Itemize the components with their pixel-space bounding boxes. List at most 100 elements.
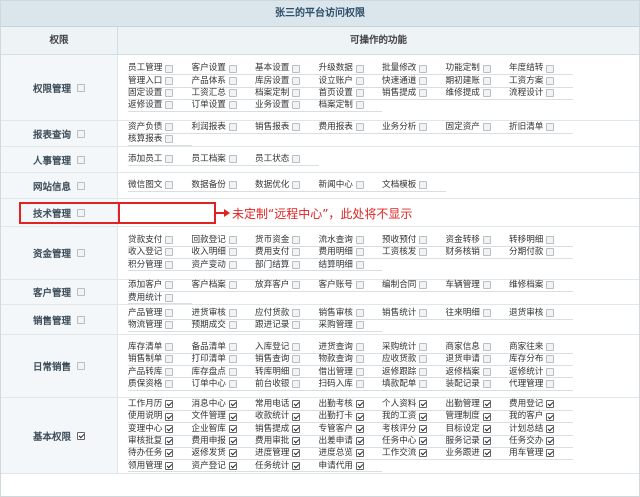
function-item[interactable]: 往来明细 bbox=[445, 307, 509, 320]
function-checkbox[interactable] bbox=[165, 400, 174, 409]
function-checkbox[interactable] bbox=[165, 379, 174, 388]
function-checkbox[interactable] bbox=[228, 437, 237, 446]
category-checkbox[interactable] bbox=[77, 249, 85, 257]
function-checkbox[interactable] bbox=[165, 154, 174, 163]
function-item[interactable]: 货币资金 bbox=[255, 235, 319, 247]
function-item[interactable]: 出勤考核 bbox=[318, 399, 382, 411]
function-checkbox[interactable] bbox=[482, 248, 491, 257]
function-item[interactable]: 员工管理 bbox=[128, 63, 192, 76]
function-checkbox[interactable] bbox=[228, 89, 237, 98]
function-checkbox[interactable] bbox=[228, 308, 237, 317]
function-checkbox[interactable] bbox=[419, 355, 428, 364]
function-item[interactable]: 质保资格 bbox=[128, 378, 192, 391]
function-checkbox[interactable] bbox=[546, 343, 555, 352]
function-checkbox[interactable] bbox=[228, 412, 237, 421]
function-item[interactable]: 费用登记 bbox=[509, 399, 573, 411]
category-checkbox[interactable] bbox=[77, 181, 85, 190]
function-item[interactable]: 部门结算 bbox=[255, 259, 319, 272]
function-item[interactable]: 收款统计 bbox=[255, 411, 319, 424]
function-checkbox[interactable] bbox=[165, 437, 174, 446]
function-checkbox[interactable] bbox=[482, 437, 491, 446]
function-checkbox[interactable] bbox=[419, 412, 428, 421]
function-checkbox[interactable] bbox=[292, 76, 301, 85]
function-checkbox[interactable] bbox=[165, 355, 174, 364]
function-checkbox[interactable] bbox=[419, 64, 428, 73]
function-item[interactable]: 业务设置 bbox=[255, 100, 319, 113]
function-item[interactable]: 流程设计 bbox=[509, 88, 573, 100]
function-item[interactable]: 预收预付 bbox=[382, 235, 446, 247]
function-checkbox[interactable] bbox=[546, 236, 555, 245]
function-item[interactable]: 费用统计 bbox=[128, 292, 192, 305]
function-checkbox[interactable] bbox=[292, 343, 301, 352]
function-checkbox[interactable] bbox=[419, 379, 428, 388]
function-checkbox[interactable] bbox=[419, 308, 428, 317]
function-item[interactable]: 个人资料 bbox=[382, 399, 446, 411]
function-checkbox[interactable] bbox=[228, 101, 237, 110]
function-checkbox[interactable] bbox=[165, 248, 174, 257]
function-item[interactable]: 产品管理 bbox=[128, 307, 192, 320]
function-item[interactable]: 工资汇总 bbox=[191, 88, 255, 100]
function-checkbox[interactable] bbox=[292, 89, 301, 98]
function-checkbox[interactable] bbox=[292, 101, 301, 110]
function-item[interactable]: 进度总览 bbox=[318, 448, 382, 461]
function-item[interactable]: 用车管理 bbox=[509, 448, 573, 461]
function-item[interactable]: 订单设置 bbox=[191, 100, 255, 113]
function-item[interactable]: 维修提成 bbox=[445, 88, 509, 100]
function-item[interactable]: 出勤管理 bbox=[445, 399, 509, 411]
function-item[interactable]: 退货审核 bbox=[509, 307, 573, 320]
function-checkbox[interactable] bbox=[165, 293, 174, 302]
function-checkbox[interactable] bbox=[165, 236, 174, 245]
function-item[interactable]: 库存分布 bbox=[509, 354, 573, 366]
function-item[interactable]: 借出管理 bbox=[318, 366, 382, 379]
function-item[interactable]: 员工状态 bbox=[255, 153, 319, 166]
function-checkbox[interactable] bbox=[482, 64, 491, 73]
function-item[interactable]: 任务中心 bbox=[382, 436, 446, 448]
function-checkbox[interactable] bbox=[165, 122, 174, 131]
function-item[interactable]: 设立账户 bbox=[318, 75, 382, 88]
function-checkbox[interactable] bbox=[292, 308, 301, 317]
function-item[interactable]: 资产登记 bbox=[191, 460, 255, 473]
function-checkbox[interactable] bbox=[292, 437, 301, 446]
function-checkbox[interactable] bbox=[355, 343, 364, 352]
function-item[interactable]: 入库登记 bbox=[255, 341, 319, 354]
function-item[interactable]: 返修档案 bbox=[445, 366, 509, 379]
function-checkbox[interactable] bbox=[165, 180, 174, 189]
function-checkbox[interactable] bbox=[355, 236, 364, 245]
function-checkbox[interactable] bbox=[165, 424, 174, 433]
function-item[interactable]: 客户档案 bbox=[191, 280, 255, 292]
function-checkbox[interactable] bbox=[292, 379, 301, 388]
function-item[interactable]: 返修跟踪 bbox=[382, 366, 446, 379]
function-item[interactable]: 进度管理 bbox=[255, 448, 319, 461]
function-checkbox[interactable] bbox=[228, 424, 237, 433]
function-item[interactable]: 年度结转 bbox=[509, 63, 573, 76]
function-item[interactable]: 资产变动 bbox=[191, 259, 255, 272]
function-checkbox[interactable] bbox=[419, 449, 428, 458]
function-item[interactable]: 商家往来 bbox=[509, 341, 573, 354]
function-checkbox[interactable] bbox=[355, 449, 364, 458]
function-checkbox[interactable] bbox=[228, 379, 237, 388]
function-checkbox[interactable] bbox=[546, 76, 555, 85]
category-checkbox[interactable] bbox=[77, 83, 85, 92]
function-checkbox[interactable] bbox=[546, 122, 555, 131]
function-item[interactable]: 员工档案 bbox=[191, 153, 255, 166]
function-item[interactable]: 专管客户 bbox=[318, 423, 382, 436]
function-checkbox[interactable] bbox=[546, 308, 555, 317]
function-item[interactable]: 业务分析 bbox=[382, 121, 446, 134]
category-checkbox[interactable] bbox=[77, 129, 85, 138]
category-checkbox[interactable] bbox=[77, 431, 85, 440]
function-item[interactable]: 核算报表 bbox=[128, 134, 192, 146]
function-item[interactable]: 订单中心 bbox=[191, 378, 255, 391]
function-item[interactable]: 工作交流 bbox=[382, 448, 446, 461]
function-item[interactable]: 资金转移 bbox=[445, 235, 509, 247]
function-item[interactable]: 车辆管理 bbox=[445, 280, 509, 292]
function-checkbox[interactable] bbox=[355, 89, 364, 98]
function-checkbox[interactable] bbox=[228, 122, 237, 131]
function-checkbox[interactable] bbox=[292, 154, 301, 163]
function-checkbox[interactable] bbox=[165, 412, 174, 421]
function-item[interactable]: 商家信息 bbox=[445, 341, 509, 354]
function-item[interactable]: 收入登记 bbox=[128, 247, 192, 260]
function-item[interactable]: 期初建账 bbox=[445, 75, 509, 88]
function-checkbox[interactable] bbox=[292, 449, 301, 458]
function-item[interactable]: 销售制单 bbox=[128, 354, 192, 366]
function-checkbox[interactable] bbox=[482, 236, 491, 245]
